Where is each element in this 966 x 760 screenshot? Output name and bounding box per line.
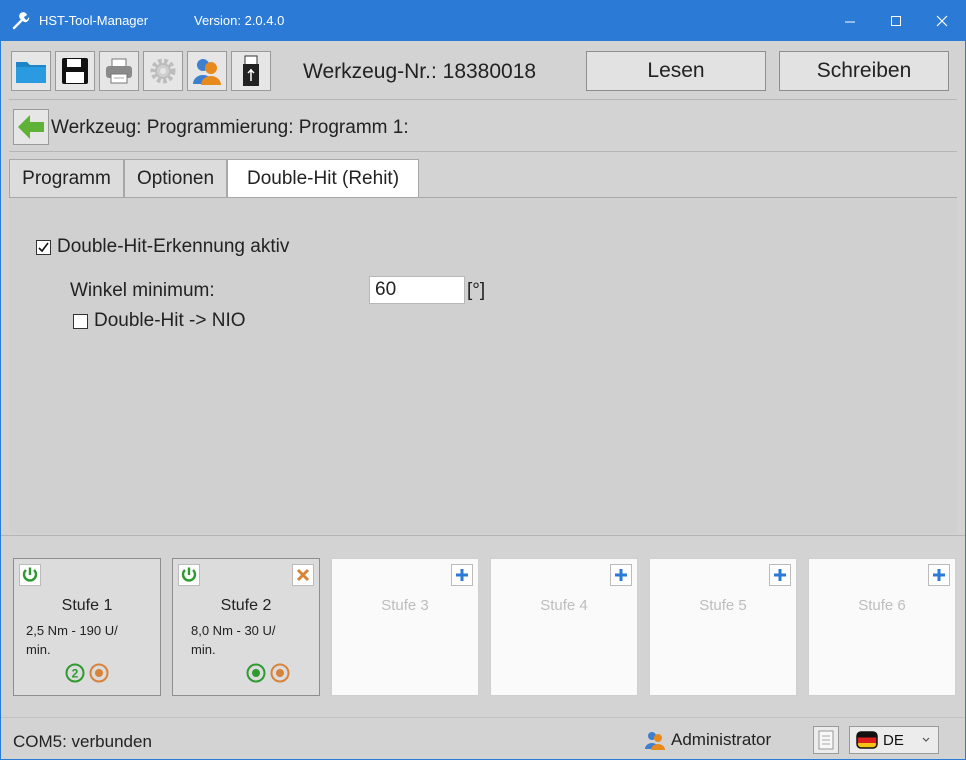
- app-window: HST-Tool-Manager Version: 2.0.4.0 Werkze…: [0, 0, 966, 760]
- svg-text:2: 2: [72, 667, 79, 681]
- gear-icon: [150, 58, 176, 84]
- log-button[interactable]: [813, 726, 839, 754]
- minimize-button[interactable]: [827, 1, 873, 41]
- tool-number: Werkzeug-Nr.: 18380018: [303, 60, 537, 83]
- window-title: HST-Tool-Manager: [39, 13, 149, 28]
- users-icon: [645, 732, 665, 750]
- record-icon: [246, 663, 266, 683]
- stage-card[interactable]: Stufe 2 8,0 Nm - 30 U/ min.: [172, 558, 320, 696]
- save-icon: [62, 58, 88, 84]
- angle-unit-label: [°]: [467, 280, 486, 301]
- stage-strip: Stufe 1 2,5 Nm - 190 U/ min. 2 Stufe 2 8…: [1, 535, 965, 715]
- maximize-icon: [891, 16, 901, 26]
- angle-minimum-label: Winkel minimum:: [70, 280, 215, 301]
- minimize-icon: [845, 21, 855, 23]
- double-hit-nio-label: Double-Hit -> NIO: [94, 310, 246, 331]
- back-button[interactable]: [13, 109, 49, 145]
- title-bar: HST-Tool-Manager Version: 2.0.4.0: [1, 1, 965, 41]
- double-hit-enabled-checkbox[interactable]: [36, 239, 51, 255]
- stage-name: Stufe 1: [61, 597, 113, 614]
- stage-status-icons: 2: [14, 663, 160, 683]
- stage-card-empty[interactable]: Stufe 4: [490, 558, 638, 696]
- wrench-icon: [12, 12, 30, 30]
- arrow-left-icon: [18, 115, 44, 139]
- stage-card-empty[interactable]: Stufe 5: [649, 558, 797, 696]
- stage-name: Stufe 4: [540, 597, 588, 614]
- target-icon: [89, 663, 109, 683]
- close-button[interactable]: [919, 1, 965, 41]
- write-button[interactable]: Schreiben: [779, 51, 949, 91]
- flag-germany-icon: [856, 731, 878, 749]
- users-icon: [193, 59, 221, 85]
- open-button[interactable]: [11, 51, 51, 91]
- current-user: Administrator: [643, 730, 771, 750]
- user-button[interactable]: [187, 51, 227, 91]
- stage-detail-line: min.: [191, 642, 216, 657]
- print-button[interactable]: [99, 51, 139, 91]
- stage-card-empty[interactable]: Stufe 3: [331, 558, 479, 696]
- divider: [9, 99, 957, 100]
- connection-status: COM5: verbunden: [13, 732, 152, 751]
- tab-double-hit[interactable]: Double-Hit (Rehit): [227, 159, 419, 198]
- add-stage-icon[interactable]: [769, 564, 791, 586]
- version-label: Version: 2.0.4.0: [194, 13, 285, 28]
- folder-icon: [16, 62, 46, 83]
- language-value: DE: [883, 731, 904, 749]
- double-hit-nio-checkbox[interactable]: [73, 313, 88, 329]
- add-stage-icon[interactable]: [610, 564, 632, 586]
- double-hit-nio-row: Double-Hit -> NIO: [73, 310, 246, 332]
- power-icon[interactable]: [178, 564, 200, 586]
- tab-programm[interactable]: Programm: [9, 159, 124, 197]
- stage-name: Stufe 6: [858, 597, 906, 614]
- print-icon: [106, 58, 132, 84]
- chevron-down-icon: [922, 737, 930, 742]
- divider: [9, 151, 957, 152]
- stage-details: 8,0 Nm - 30 U/ min.: [191, 621, 321, 659]
- angle-minimum-input[interactable]: [369, 276, 465, 304]
- document-icon: [818, 730, 834, 750]
- maximize-button[interactable]: [873, 1, 919, 41]
- toolbar: Werkzeug-Nr.: 18380018 Lesen Schreiben: [1, 41, 965, 97]
- stage-name: Stufe 2: [220, 597, 272, 614]
- double-hit-enabled-label: Double-Hit-Erkennung aktiv: [57, 236, 290, 257]
- settings-button[interactable]: [143, 51, 183, 91]
- stage-card[interactable]: Stufe 1 2,5 Nm - 190 U/ min. 2: [13, 558, 161, 696]
- stage-card-empty[interactable]: Stufe 6: [808, 558, 956, 696]
- status-bar: COM5: verbunden Administrator DE: [1, 717, 965, 759]
- stage-detail-line: 2,5 Nm - 190 U/: [26, 623, 118, 638]
- stage-name: Stufe 3: [381, 597, 429, 614]
- add-stage-icon[interactable]: [451, 564, 473, 586]
- delete-stage-icon[interactable]: [292, 564, 314, 586]
- stage-detail-line: min.: [26, 642, 51, 657]
- read-button[interactable]: Lesen: [586, 51, 766, 91]
- double-hit-enabled-row: Double-Hit-Erkennung aktiv: [36, 236, 289, 258]
- breadcrumb: Werkzeug: Programmierung: Programm 1:: [1, 101, 965, 151]
- breadcrumb-text: Werkzeug: Programmierung: Programm 1:: [51, 117, 409, 138]
- language-select[interactable]: DE: [849, 726, 939, 754]
- add-stage-icon[interactable]: [928, 564, 950, 586]
- tab-optionen[interactable]: Optionen: [124, 159, 227, 197]
- close-icon: [936, 15, 948, 27]
- stage-name: Stufe 5: [699, 597, 747, 614]
- checkmark-icon: [38, 242, 49, 252]
- save-button[interactable]: [55, 51, 95, 91]
- user-name: Administrator: [671, 730, 772, 749]
- usb-icon: [243, 55, 259, 86]
- double-hit-panel: Double-Hit-Erkennung aktiv Winkel minimu…: [9, 197, 957, 533]
- stage-detail-line: 8,0 Nm - 30 U/: [191, 623, 276, 638]
- stage-details: 2,5 Nm - 190 U/ min.: [26, 621, 156, 659]
- target-icon: [270, 663, 290, 683]
- stage-status-icons: [195, 663, 341, 683]
- usb-button[interactable]: [231, 51, 271, 91]
- repeat-count-icon: 2: [65, 663, 85, 683]
- power-icon[interactable]: [19, 564, 41, 586]
